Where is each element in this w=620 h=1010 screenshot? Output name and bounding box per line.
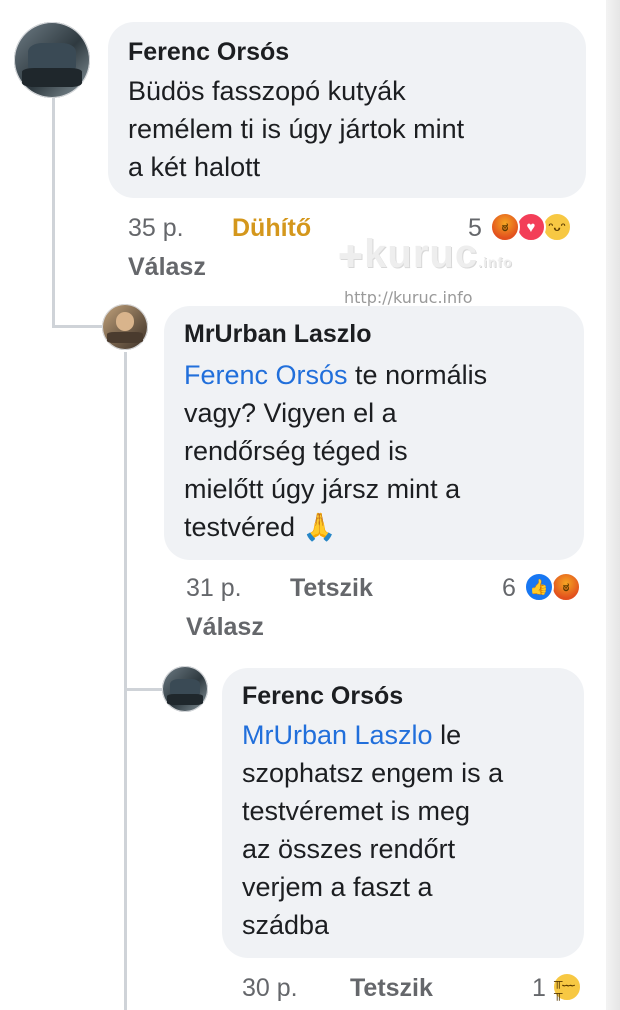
angry-reaction-icon[interactable]: ಠ bbox=[490, 212, 520, 242]
reply-button[interactable]: Válasz bbox=[186, 613, 264, 642]
thread-line bbox=[124, 688, 162, 691]
like-reaction-icon[interactable]: 👍 bbox=[524, 572, 554, 602]
reaction-count[interactable]: 6 bbox=[502, 574, 516, 603]
mention-link[interactable]: MrUrban Laszlo bbox=[242, 720, 433, 750]
watermark-logo: ✚kuruc.info bbox=[338, 232, 513, 276]
love-reaction-icon[interactable]: ♥ bbox=[516, 212, 546, 242]
like-button[interactable]: Tetszik bbox=[290, 574, 373, 603]
thread-line bbox=[124, 352, 127, 1010]
reaction-count[interactable]: 1 bbox=[532, 974, 546, 1003]
thread-line bbox=[52, 98, 55, 326]
haha-reaction-icon[interactable]: ᵔᴗᵔ bbox=[542, 212, 572, 242]
watermark-url: http://kuruc.info bbox=[344, 288, 473, 307]
comment-time[interactable]: 31 p. bbox=[186, 574, 242, 603]
thread-line bbox=[52, 325, 102, 328]
avatar[interactable] bbox=[102, 304, 148, 350]
sad-reaction-icon[interactable]: ╥﹏╥ bbox=[552, 972, 582, 1002]
comment-time[interactable]: 35 p. bbox=[128, 214, 184, 243]
comment-author[interactable]: Ferenc Orsós bbox=[128, 38, 289, 67]
reaction-action-angry[interactable]: Dühítő bbox=[232, 214, 311, 243]
comment-text: Ferenc Orsós te normális vagy? Vigyen el… bbox=[184, 360, 488, 542]
comment-time[interactable]: 30 p. bbox=[242, 974, 298, 1003]
avatar[interactable] bbox=[14, 22, 90, 98]
like-button[interactable]: Tetszik bbox=[350, 974, 433, 1003]
mention-link[interactable]: Ferenc Orsós bbox=[184, 360, 348, 390]
avatar[interactable] bbox=[162, 666, 208, 712]
comment-author[interactable]: Ferenc Orsós bbox=[242, 682, 403, 711]
comment-author[interactable]: MrUrban Laszlo bbox=[184, 320, 372, 349]
page-edge bbox=[606, 0, 620, 1010]
comment-text: Büdös fasszopó kutyák remélem ti is úgy … bbox=[128, 76, 465, 182]
reply-button[interactable]: Válasz bbox=[128, 253, 206, 282]
comment-text: MrUrban Laszlo le szophatsz engem is a t… bbox=[242, 720, 504, 940]
watermark: ✚kuruc.info http://kuruc.info bbox=[338, 232, 512, 312]
reaction-count[interactable]: 5 bbox=[468, 214, 482, 243]
angry-reaction-icon[interactable]: ಠ bbox=[551, 572, 581, 602]
